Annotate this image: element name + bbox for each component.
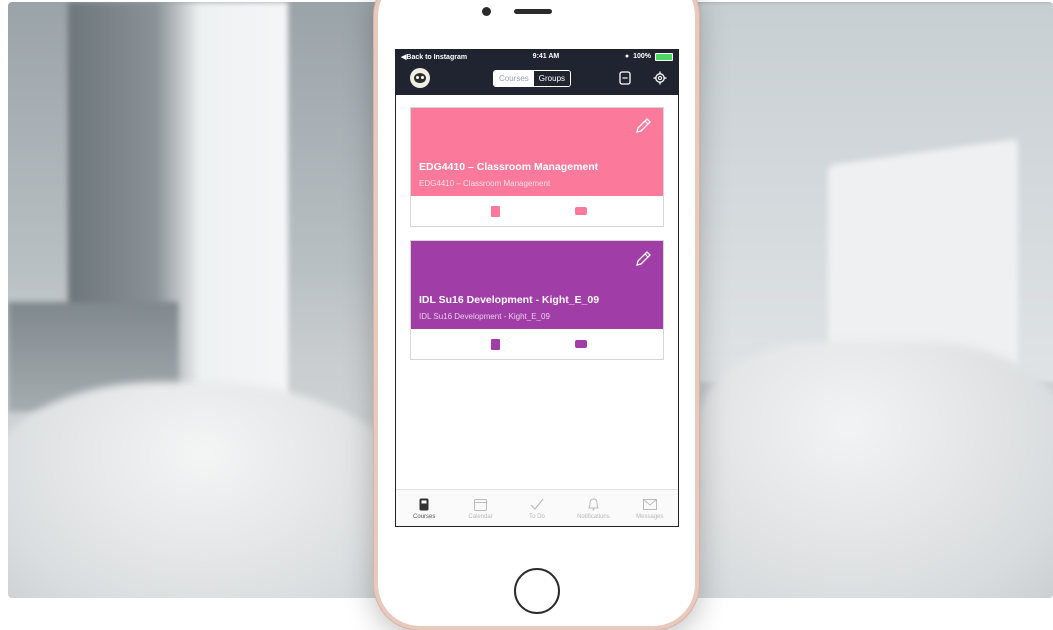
course-subtitle: IDL Su16 Development - Kight_E_09 xyxy=(419,312,550,321)
assignments-document-icon[interactable] xyxy=(491,206,500,217)
battery-percent: 100% xyxy=(633,53,651,60)
home-button[interactable] xyxy=(514,568,560,614)
calendar-icon xyxy=(474,496,488,512)
front-camera xyxy=(482,7,491,16)
bed-linen-right xyxy=(698,342,1053,598)
course-card-header[interactable]: IDL Su16 Development - Kight_E_09 IDL Su… xyxy=(411,241,663,329)
calendar-edit-icon[interactable] xyxy=(619,71,631,88)
discussions-chat-icon[interactable] xyxy=(575,207,587,215)
battery-icon xyxy=(655,52,673,61)
course-card-header[interactable]: EDG4410 – Classroom Management EDG4410 –… xyxy=(411,108,663,196)
course-title: IDL Su16 Development - Kight_E_09 xyxy=(419,294,600,306)
navigation-bar: Courses Groups xyxy=(396,63,678,95)
settings-gear-icon[interactable] xyxy=(653,71,667,88)
discussions-chat-icon[interactable] xyxy=(575,340,587,348)
status-bar: ◀Back to Instagram 9:41 AM ● 100% xyxy=(396,50,678,63)
course-book-icon xyxy=(419,496,429,512)
bed-linen-left xyxy=(8,382,418,598)
course-card-actions xyxy=(411,196,663,226)
segment-courses[interactable]: Courses xyxy=(494,71,534,86)
tab-calendar[interactable]: Calendar xyxy=(452,490,508,526)
courses-groups-segmented-control: Courses Groups xyxy=(493,70,572,87)
course-subtitle: EDG4410 – Classroom Management xyxy=(419,179,551,188)
checkmark-icon xyxy=(530,496,544,512)
course-card[interactable]: EDG4410 – Classroom Management EDG4410 –… xyxy=(410,107,664,227)
status-indicators: ● 100% xyxy=(624,52,673,61)
edit-pencil-icon[interactable] xyxy=(633,116,653,136)
tab-bar: Courses Calendar To Do Notifications Mes… xyxy=(396,489,678,526)
tab-messages[interactable]: Messages xyxy=(622,490,678,526)
panda-icon xyxy=(414,73,426,83)
course-card-actions xyxy=(411,329,663,359)
avatar[interactable] xyxy=(410,68,430,88)
app-screen: ◀Back to Instagram 9:41 AM ● 100% Course… xyxy=(395,49,679,527)
back-to-instagram-link[interactable]: ◀Back to Instagram xyxy=(401,53,467,61)
status-time: 9:41 AM xyxy=(532,53,560,60)
bell-icon xyxy=(587,496,600,512)
tab-to-do[interactable]: To Do xyxy=(509,490,565,526)
segment-groups[interactable]: Groups xyxy=(533,71,571,86)
assignments-document-icon[interactable] xyxy=(491,339,500,350)
tab-courses[interactable]: Courses xyxy=(396,490,452,526)
edit-pencil-icon[interactable] xyxy=(633,249,653,269)
course-card[interactable]: IDL Su16 Development - Kight_E_09 IDL Su… xyxy=(410,240,664,360)
course-list: EDG4410 – Classroom Management EDG4410 –… xyxy=(396,95,678,360)
envelope-icon xyxy=(642,496,657,512)
course-title: EDG4410 – Classroom Management xyxy=(419,161,599,173)
iphone-frame: ◀Back to Instagram 9:41 AM ● 100% Course… xyxy=(374,0,699,630)
tab-notifications[interactable]: Notifications xyxy=(565,490,621,526)
alarm-icon: ● xyxy=(624,53,630,60)
earpiece-speaker xyxy=(514,9,552,14)
